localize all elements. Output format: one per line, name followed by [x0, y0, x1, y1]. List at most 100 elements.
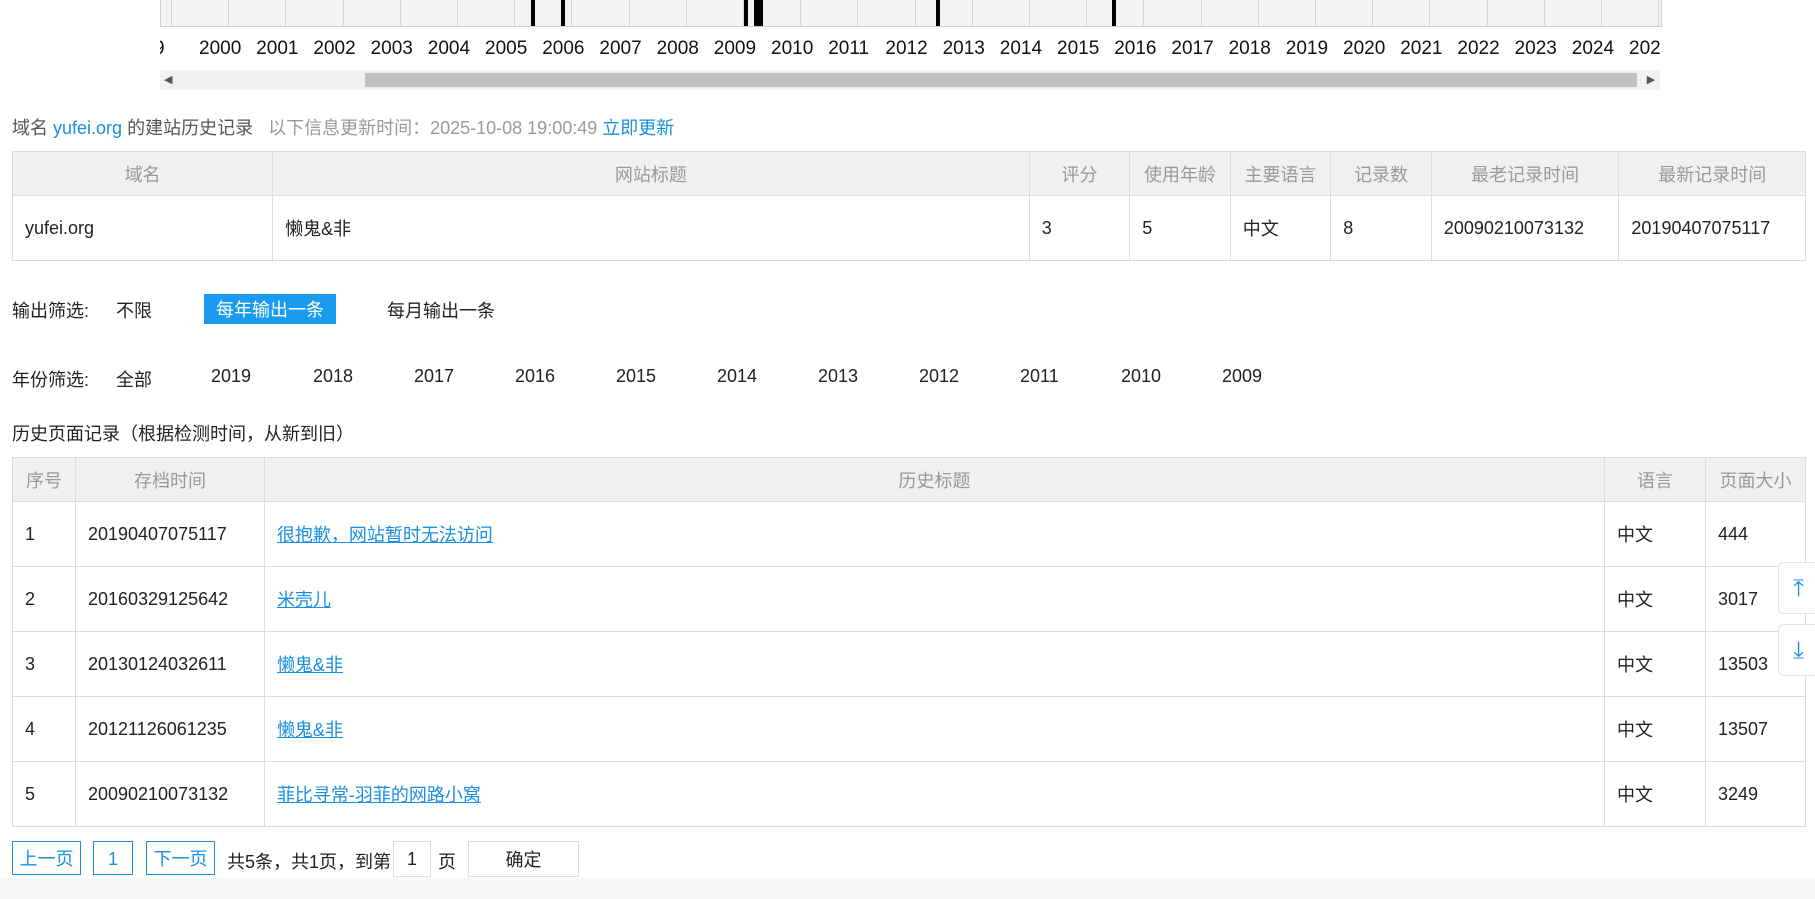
col-header: 语言: [1604, 457, 1706, 502]
timeline-year-label: 2003: [370, 38, 413, 59]
cell-no: 5: [12, 761, 76, 827]
timeline-archive-marker[interactable]: [744, 0, 748, 26]
prev-page-button[interactable]: 上一页: [12, 841, 81, 875]
year-option-2013[interactable]: 2013: [818, 366, 858, 387]
scroll-left-arrow-icon[interactable]: ◀: [164, 70, 178, 90]
timeline-year-label: 2019: [1285, 38, 1329, 59]
headline-suffix: 的建站历史记录: [127, 118, 254, 138]
cell-page-size: 444: [1704, 501, 1807, 567]
cell-language: 中文: [1604, 631, 1706, 697]
history-header-row: 序号 存档时间 历史标题 语言 页面大小: [12, 457, 1807, 502]
timeline-grid-line: [571, 0, 573, 26]
timeline-year-label: 2009: [713, 38, 757, 59]
timeline-year-label: 2011: [828, 38, 870, 59]
page-number-button[interactable]: 1: [93, 841, 133, 875]
year-option-2011[interactable]: 2011: [1020, 366, 1059, 387]
timeline-grid-line: [399, 0, 401, 26]
timeline-year-label: 2000: [199, 38, 242, 59]
cell-archive-time: 20130124032611: [74, 631, 265, 697]
page-suffix: 页: [438, 852, 456, 872]
history-title-link[interactable]: 米壳儿: [277, 590, 331, 610]
output-option-all[interactable]: 不限: [116, 297, 152, 323]
timeline-year-label: 2001: [256, 38, 299, 59]
go-to-bottom-button[interactable]: ⤓: [1778, 624, 1815, 676]
col-header: 主要语言: [1229, 151, 1332, 196]
year-option-2014[interactable]: 2014: [717, 366, 757, 387]
timeline-year-label: 2007: [599, 38, 642, 59]
cell-score: 3: [1028, 195, 1131, 261]
year-option-2012[interactable]: 2012: [919, 366, 959, 387]
year-option-2015[interactable]: 2015: [616, 366, 656, 387]
timeline-year-label: 2014: [999, 38, 1043, 59]
cell-language: 中文: [1604, 696, 1706, 762]
timeline-grid-line: [800, 0, 802, 26]
history-title-link[interactable]: 懒鬼&非: [277, 655, 343, 675]
back-to-top-button[interactable]: ⤒: [1778, 562, 1815, 614]
timeline-year-label: 2023: [1514, 38, 1557, 59]
history-title-link[interactable]: 很抱歉，网站暂时无法访问: [277, 525, 493, 545]
timeline-archive-marker[interactable]: [531, 0, 535, 26]
timeline-grid-line: [1429, 0, 1431, 26]
year-filter: 年份筛选: 全部 2019 2018 2017 2016 2015 2014 2…: [12, 366, 1312, 392]
cell-title: 米壳儿: [263, 566, 1606, 632]
col-header: 评分: [1028, 151, 1131, 196]
cell-no: 2: [12, 566, 76, 632]
year-option-2018[interactable]: 2018: [313, 366, 353, 387]
year-option-2010[interactable]: 2010: [1121, 366, 1161, 387]
output-option-monthly[interactable]: 每月输出一条: [387, 297, 495, 323]
scroll-thumb[interactable]: [365, 73, 1637, 87]
timeline-year-label: 2013: [942, 38, 985, 59]
page-jump-input[interactable]: [393, 841, 431, 877]
timeline-archive-marker[interactable]: [936, 0, 940, 26]
timeline-year-label: 2006: [542, 38, 585, 59]
year-option-2017[interactable]: 2017: [414, 366, 454, 387]
cell-title: 很抱歉，网站暂时无法访问: [263, 501, 1606, 567]
cell-newest-time: 20190407075117: [1618, 195, 1806, 261]
refresh-link[interactable]: 立即更新: [602, 118, 674, 138]
col-header: 记录数: [1330, 151, 1432, 196]
timeline-grid-line: [685, 0, 687, 26]
cell-no: 3: [12, 631, 76, 697]
history-title-link[interactable]: 懒鬼&非: [277, 720, 343, 740]
year-option-all[interactable]: 全部: [116, 366, 152, 392]
timeline-year-label: 2008: [656, 38, 699, 59]
timeline-grid-line: [857, 0, 859, 26]
headline-domain-link[interactable]: yufei.org: [53, 118, 122, 138]
timeline-scrollbar[interactable]: ◀ ▶: [160, 70, 1660, 90]
cell-language: 中文: [1604, 501, 1706, 567]
cell-page-size: 3249: [1704, 761, 1807, 827]
confirm-button[interactable]: 确定: [468, 841, 579, 877]
cell-oldest-time: 20090210073132: [1430, 195, 1620, 261]
timeline-grid-line: [1257, 0, 1259, 26]
timeline-archive-marker[interactable]: [759, 0, 763, 26]
output-filter-label: 输出筛选:: [12, 301, 90, 321]
cell-no: 4: [12, 696, 76, 762]
timeline-archive-marker[interactable]: [561, 0, 565, 26]
cell-title: 懒鬼&非: [263, 631, 1606, 697]
table-row: 4 20121126061235 懒鬼&非 中文 13507: [12, 696, 1807, 762]
timeline-grid-line: [1029, 0, 1030, 26]
timeline-year-label: 2010: [771, 38, 814, 59]
cell-page-size: 13507: [1704, 696, 1807, 762]
year-option-2016[interactable]: 2016: [515, 366, 555, 387]
headline-prefix: 域名: [12, 118, 48, 138]
year-option-2019[interactable]: 2019: [211, 366, 251, 387]
scroll-right-arrow-icon[interactable]: ▶: [1644, 70, 1658, 90]
history-title-link[interactable]: 菲比寻常-羽菲的网路小窝: [277, 785, 481, 805]
timeline-grid-line: [514, 0, 516, 26]
timeline-archive-marker[interactable]: [1112, 0, 1116, 26]
timeline-year-label: 2002: [313, 38, 356, 59]
timeline-year-label: 2025: [1629, 38, 1660, 59]
next-page-button[interactable]: 下一页: [146, 841, 215, 875]
timeline-grid-line: [971, 0, 973, 26]
year-option-2009[interactable]: 2009: [1222, 366, 1262, 387]
table-row: 1 20190407075117 很抱歉，网站暂时无法访问 中文 444: [12, 501, 1807, 567]
history-headline: 域名 yufei.org 的建站历史记录 以下信息更新时间：2025-10-08…: [12, 114, 674, 140]
col-header: 使用年龄: [1129, 151, 1231, 196]
domain-table-row: yufei.org 懒鬼&非 3 5 中文 8 20090210073132 2…: [11, 195, 1806, 261]
col-header: 历史标题: [263, 457, 1606, 502]
output-option-yearly[interactable]: 每年输出一条: [204, 294, 336, 324]
timeline-year-label: 2005: [485, 38, 528, 59]
timeline-grid-line: [1372, 0, 1374, 26]
timeline-year-label: 2017: [1171, 38, 1214, 59]
